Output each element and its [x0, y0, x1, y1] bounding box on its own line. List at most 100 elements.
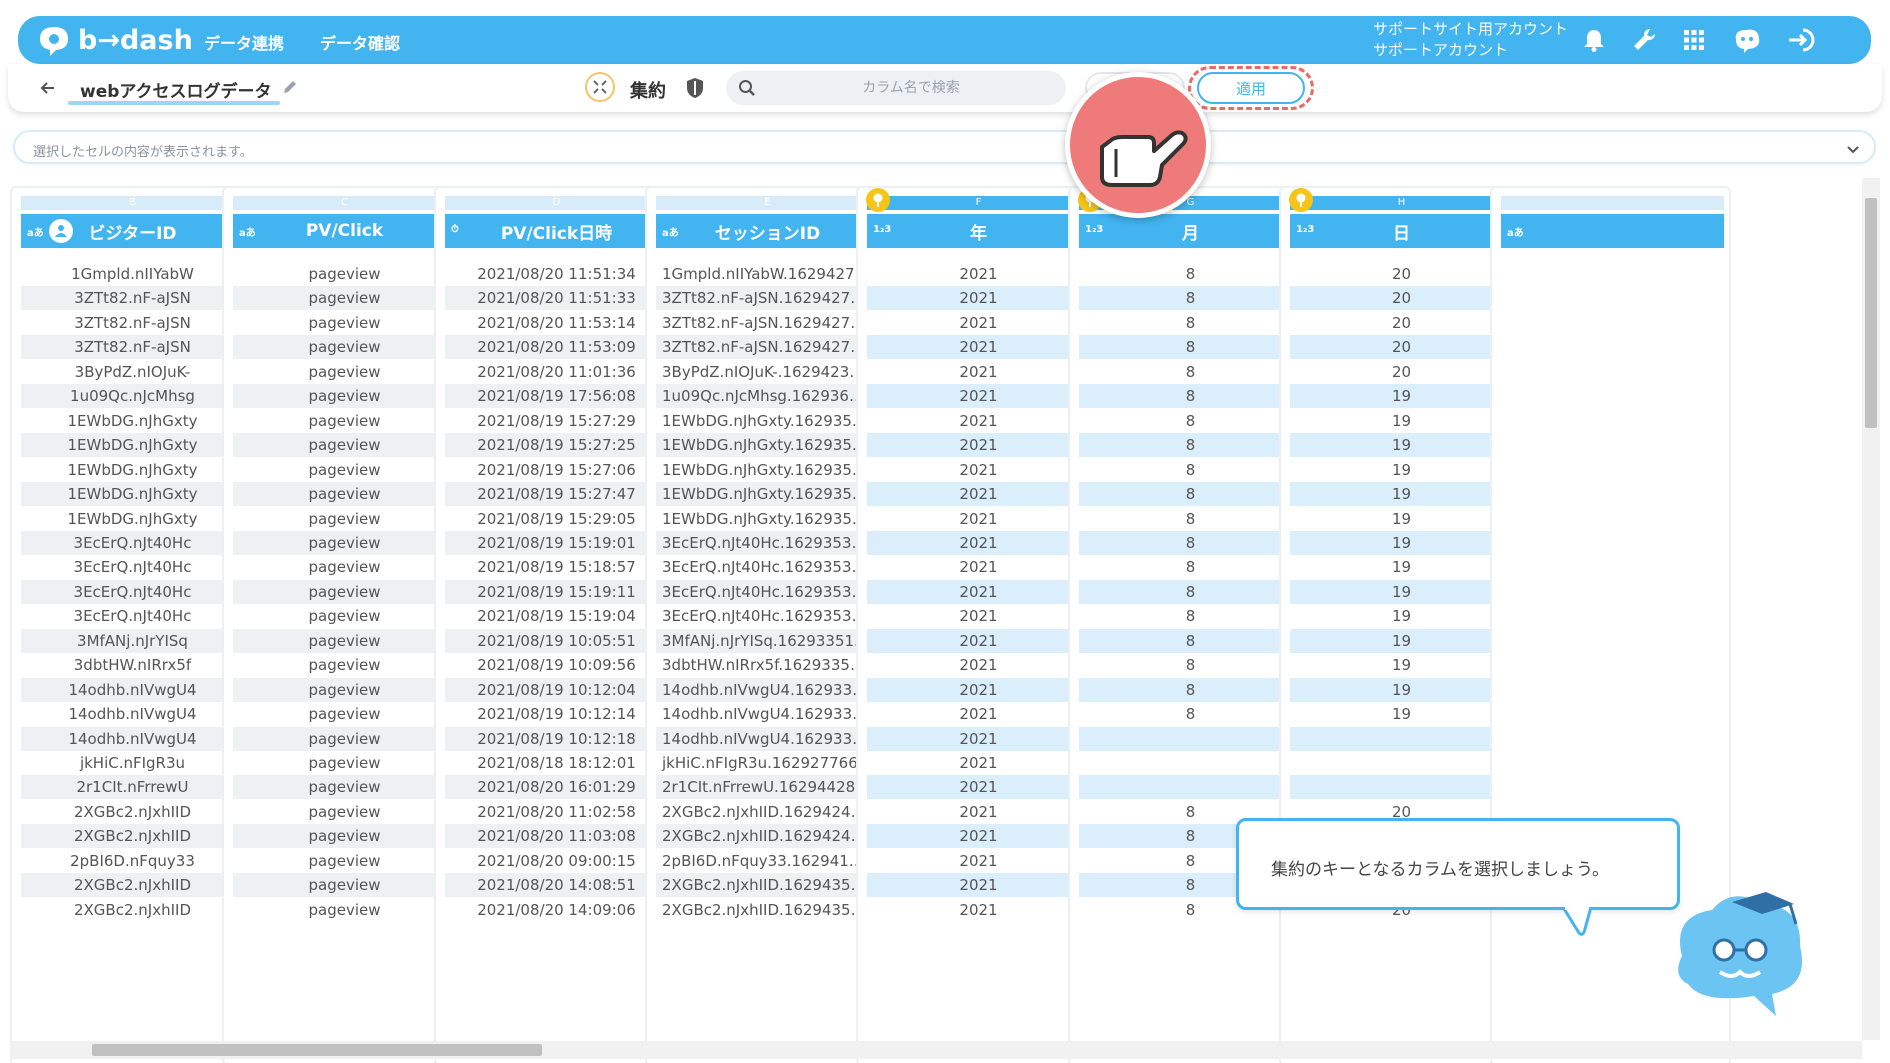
- table-cell[interactable]: 3EcErQ.nJt40Hc: [21, 604, 244, 628]
- apply-button[interactable]: 適用: [1197, 72, 1305, 104]
- table-cell[interactable]: 14odhb.nIVwgU4.162933552...: [656, 677, 879, 702]
- table-cell[interactable]: 19: [1290, 384, 1513, 409]
- table-cell[interactable]: pageview: [233, 751, 456, 775]
- table-cell[interactable]: 2021: [867, 482, 1090, 507]
- table-cell[interactable]: 2021/08/20 09:00:15: [445, 849, 668, 873]
- logout-icon[interactable]: [1786, 24, 1818, 56]
- table-cell[interactable]: 2021/08/19 10:09:56: [445, 653, 668, 677]
- table-cell[interactable]: 2XGBc2.nJxhIID: [21, 800, 244, 824]
- grid-column[interactable]: Eaあ セッションID 1Gmpld.nIIYabW.162942789... 3ZT…: [645, 186, 886, 1063]
- table-cell[interactable]: 2021/08/19 15:19:11: [445, 579, 668, 604]
- table-cell[interactable]: 2021/08/20 14:08:51: [445, 873, 668, 898]
- table-cell[interactable]: 8: [1079, 286, 1302, 311]
- key-pin-icon[interactable]: [1289, 188, 1313, 212]
- table-cell[interactable]: 2021: [867, 604, 1090, 628]
- table-cell[interactable]: 2021/08/19 15:27:47: [445, 482, 668, 507]
- table-cell[interactable]: 8: [1079, 262, 1302, 286]
- table-cell[interactable]: pageview: [233, 604, 456, 628]
- table-cell[interactable]: 8: [1079, 653, 1302, 677]
- table-cell[interactable]: pageview: [233, 433, 456, 458]
- table-cell[interactable]: 19: [1290, 579, 1513, 604]
- table-cell[interactable]: pageview: [233, 458, 456, 482]
- column-header[interactable]: aあ PV/Click: [233, 214, 456, 248]
- table-cell[interactable]: pageview: [233, 677, 456, 702]
- table-cell[interactable]: 8: [1079, 409, 1302, 433]
- table-cell[interactable]: 2021: [867, 530, 1090, 555]
- table-cell[interactable]: 14odhb.nIVwgU4: [21, 677, 244, 702]
- table-cell[interactable]: 2021: [867, 873, 1090, 898]
- grid-column[interactable]: Baあ ビジターID 1Gmpld.nIIYabW 3ZTt82.nF-aJSN 3ZT…: [10, 186, 251, 1063]
- table-cell[interactable]: 2021: [867, 702, 1090, 726]
- table-cell[interactable]: 2021/08/19 15:19:01: [445, 530, 668, 555]
- table-cell[interactable]: 2021/08/20 11:51:34: [445, 262, 668, 286]
- table-cell[interactable]: 2021: [867, 409, 1090, 433]
- table-cell[interactable]: 8: [1079, 579, 1302, 604]
- table-cell[interactable]: [1079, 751, 1302, 775]
- table-cell[interactable]: 2021/08/20 11:01:36: [445, 360, 668, 384]
- table-cell[interactable]: 1EWbDG.nJhGxty: [21, 482, 244, 507]
- grid-column[interactable]: F 1₂3 年 2021 2021 2021 2021 2021 2021 2021 2021 202…: [856, 186, 1097, 1063]
- table-cell[interactable]: 3ByPdZ.nIOJuK-.162942310...: [656, 360, 879, 384]
- table-cell[interactable]: 2021: [867, 311, 1090, 335]
- column-header[interactable]: 1₂3 日: [1290, 214, 1513, 248]
- table-cell[interactable]: 2021: [867, 433, 1090, 458]
- table-cell[interactable]: 20: [1290, 335, 1513, 360]
- table-cell[interactable]: pageview: [233, 702, 456, 726]
- bell-icon[interactable]: [1578, 24, 1610, 56]
- table-cell[interactable]: 2021/08/19 10:12:04: [445, 677, 668, 702]
- table-cell[interactable]: [1079, 775, 1302, 800]
- table-cell[interactable]: 2021/08/19 10:12:18: [445, 726, 668, 751]
- table-cell[interactable]: 2XGBc2.nJxhIID: [21, 824, 244, 849]
- column-header[interactable]: aあ セッションID: [656, 214, 879, 248]
- table-cell[interactable]: pageview: [233, 530, 456, 555]
- table-cell[interactable]: 8: [1079, 433, 1302, 458]
- table-cell[interactable]: 2XGBc2.nJxhIID.1629424538...: [656, 824, 879, 849]
- chevron-down-icon[interactable]: [1846, 141, 1860, 155]
- table-cell[interactable]: 2pBI6D.nFquy33: [21, 849, 244, 873]
- table-cell[interactable]: 2021: [867, 653, 1090, 677]
- table-cell[interactable]: 8: [1079, 702, 1302, 726]
- table-cell[interactable]: pageview: [233, 555, 456, 579]
- table-cell[interactable]: 2021: [867, 849, 1090, 873]
- table-cell[interactable]: 19: [1290, 530, 1513, 555]
- table-cell[interactable]: 2021: [867, 384, 1090, 409]
- table-cell[interactable]: pageview: [233, 286, 456, 311]
- table-cell[interactable]: 8: [1079, 384, 1302, 409]
- grid-column[interactable]: D ⏱ PV/Click日時 2021/08/20 11:51:34 2021/08/2…: [434, 186, 675, 1063]
- pencil-icon[interactable]: [282, 79, 298, 95]
- column-search-input[interactable]: [766, 71, 1056, 105]
- table-cell[interactable]: 2XGBc2.nJxhIID.1629435945...: [656, 873, 879, 898]
- table-cell[interactable]: 1Gmpld.nIIYabW.162942789...: [656, 262, 879, 286]
- table-cell[interactable]: 19: [1290, 555, 1513, 579]
- table-cell[interactable]: 3EcErQ.nJt40Hc.162935393...: [656, 555, 879, 579]
- table-cell[interactable]: pageview: [233, 824, 456, 849]
- table-cell[interactable]: 2021/08/18 18:12:01: [445, 751, 668, 775]
- table-cell[interactable]: 2r1CIt.nFrrewU.1629442889...: [656, 775, 879, 800]
- table-cell[interactable]: 19: [1290, 702, 1513, 726]
- table-cell[interactable]: 1EWbDG.nJhGxty.16293544...: [656, 409, 879, 433]
- table-cell[interactable]: 2021: [867, 775, 1090, 800]
- table-cell[interactable]: 2021/08/20 11:51:33: [445, 286, 668, 311]
- table-cell[interactable]: pageview: [233, 800, 456, 824]
- table-cell[interactable]: 19: [1290, 507, 1513, 531]
- account-info[interactable]: サポートサイト用アカウント サポートアカウント: [1373, 19, 1568, 61]
- table-cell[interactable]: 8: [1079, 482, 1302, 507]
- logo[interactable]: b→dash: [34, 20, 193, 60]
- table-cell[interactable]: 20: [1290, 286, 1513, 311]
- table-cell[interactable]: 14odhb.nIVwgU4: [21, 726, 244, 751]
- table-cell[interactable]: 8: [1079, 677, 1302, 702]
- table-cell[interactable]: pageview: [233, 335, 456, 360]
- column-header[interactable]: ⏱ PV/Click日時: [445, 214, 668, 248]
- table-cell[interactable]: 8: [1079, 555, 1302, 579]
- table-cell[interactable]: 8: [1079, 458, 1302, 482]
- table-cell[interactable]: 8: [1079, 335, 1302, 360]
- table-cell[interactable]: 19: [1290, 482, 1513, 507]
- table-cell[interactable]: 2021: [867, 726, 1090, 751]
- table-cell[interactable]: 2021/08/19 17:56:08: [445, 384, 668, 409]
- table-cell[interactable]: 3ZTt82.nF-aJSN.162942783...: [656, 286, 879, 311]
- table-cell[interactable]: 3dbtHW.nIRrx5f.162933539...: [656, 653, 879, 677]
- table-cell[interactable]: 3MfANj.nJrYISq.162933514...: [656, 628, 879, 653]
- table-cell[interactable]: 3EcErQ.nJt40Hc: [21, 579, 244, 604]
- column-header[interactable]: 1₂3 月: [1079, 214, 1302, 248]
- table-cell[interactable]: 2021: [867, 751, 1090, 775]
